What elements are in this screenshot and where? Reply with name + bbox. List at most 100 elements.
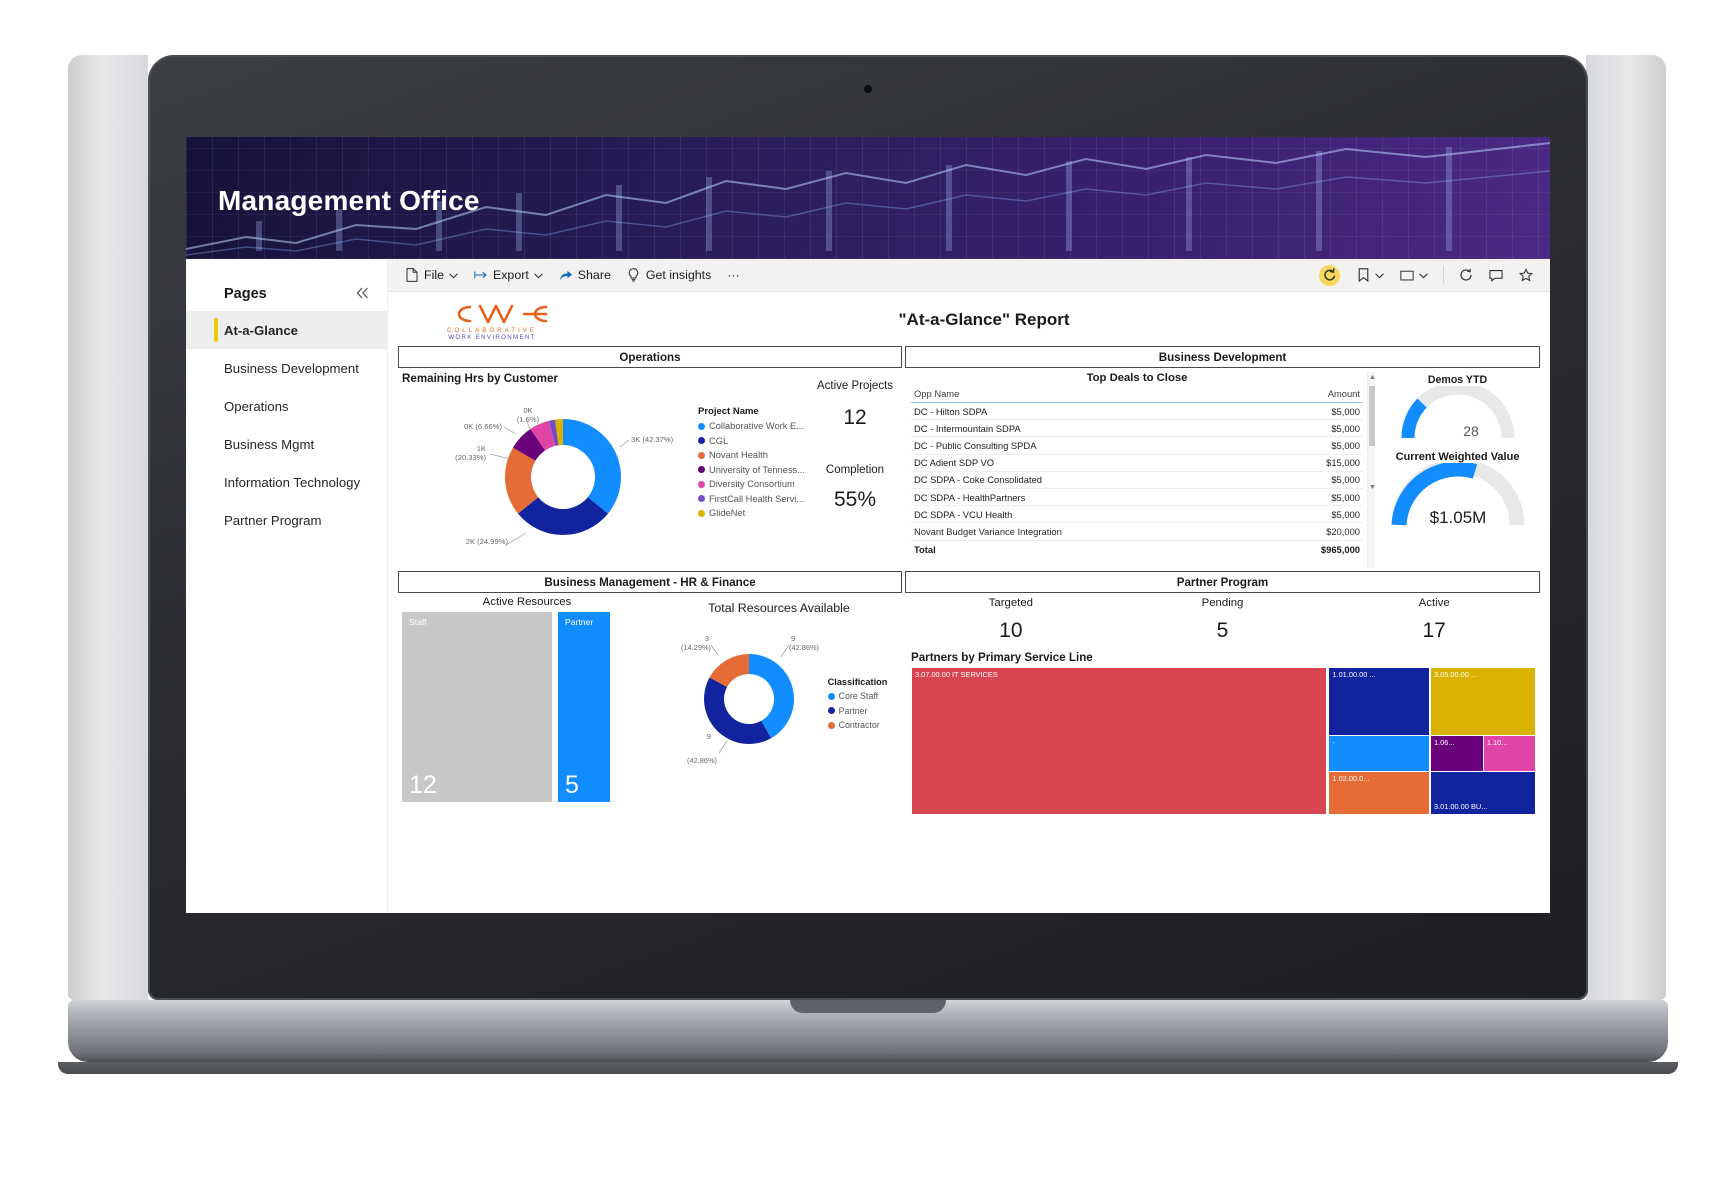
scroll-up-icon[interactable]: ▲ [1369, 374, 1376, 381]
sidebar-item-partner-program[interactable]: Partner Program [186, 501, 387, 539]
business-development-panel: Business Development Top Deals to Close … [905, 346, 1540, 568]
legend-item[interactable]: Novant Health [698, 450, 808, 460]
total-resources-donut[interactable]: 3 (14.29%) 9 (42.86%) (42.86%) 9 [671, 617, 826, 767]
table-row[interactable]: DC - Hilton SDPA $5,000 [911, 402, 1363, 421]
cwe-tagline-1: COLLABORATIVE [446, 327, 538, 334]
table-row[interactable]: Novant Budget Variance Integration $20,00… [911, 522, 1363, 541]
sidebar-item-label: Business Mgmt [224, 436, 315, 452]
legend-item[interactable]: Diversity Consortium [698, 479, 808, 489]
laptop-screen: Management Office Pages At-a-Glance Busi… [186, 137, 1550, 913]
project-name-legend: Project Name Collaborative Work E... CGL N… [698, 372, 808, 568]
classification-legend: Classification Core Staff Partner Contract… [827, 649, 888, 735]
bar-partner-label: Partner [565, 617, 594, 627]
sidebar-item-information-technology[interactable]: Information Technology [186, 463, 387, 501]
chevron-down-icon [533, 272, 543, 281]
table-row[interactable]: DC SDPA - Coke Consolidated $5,000 [911, 471, 1363, 489]
cell-opp-name: DC Adient SDP VO [911, 454, 1261, 472]
comment-button[interactable] [1482, 265, 1510, 285]
sidebar-item-label: Partner Program [224, 512, 322, 528]
cell-total-label: Total [911, 539, 1261, 558]
share-button[interactable]: Share [552, 265, 618, 285]
treemap-cell-1-06[interactable]: 1.06... [1430, 735, 1483, 771]
sidebar-item-operations[interactable]: Operations [186, 387, 387, 425]
treemap-cell-1-10[interactable]: 1.10... [1483, 735, 1535, 771]
legend-item[interactable]: FirstCall Health Servi... [698, 494, 808, 504]
refresh-button[interactable] [1452, 265, 1480, 285]
toolbar-divider [1443, 266, 1444, 284]
scroll-down-icon[interactable]: ▼ [1369, 484, 1376, 491]
table-row[interactable]: DC - Intermountain SDPA $5,000 [911, 419, 1363, 438]
view-button[interactable] [1393, 265, 1435, 285]
remaining-hrs-title: Remaining Hrs by Customer [402, 372, 558, 385]
tra-label-core: 9 [791, 634, 795, 643]
treemap-cell-blank[interactable]: - [1329, 735, 1430, 771]
favorite-button[interactable] [1512, 265, 1540, 285]
bar-staff[interactable]: Staff 12 [402, 612, 552, 802]
treemap-cell-1-02[interactable]: 1.02.00.0... [1329, 771, 1430, 814]
chevron-double-left-icon[interactable] [355, 286, 371, 303]
treemap-cell-1-01[interactable]: 1.01.00.00 ... [1329, 668, 1430, 736]
cwe-tagline-2: WORK ENVIRONMENT [448, 334, 536, 341]
kpi-active: Active 17 [1328, 597, 1540, 643]
treemap-cell-label: 1.10... [1486, 737, 1508, 747]
table-row[interactable]: DC Adient SDP VO $15,000 [911, 454, 1363, 472]
remaining-hrs-donut[interactable]: 3K (42.37%) 2K (24.99%) 1K (20.33%) 0K (… [398, 385, 698, 561]
legend-item[interactable]: CGL [698, 436, 808, 446]
treemap-cell-it-services[interactable]: 3.07.00.00 IT SERVICES [912, 668, 1327, 814]
table-row[interactable]: DC SDPA - HealthPartners $5,000 [911, 488, 1363, 507]
demos-ytd-gauge[interactable]: 28 [1383, 381, 1533, 444]
treemap-cell-3-01[interactable]: 3.01.00.00 BU... [1430, 771, 1535, 814]
partners-treemap[interactable]: 3.07.00.00 IT SERVICES 1.01.00.00 ... 3.… [911, 667, 1536, 815]
tra-label-contractor: 3 [705, 634, 709, 643]
top-deals-table[interactable]: Opp Name Amount DC - Hilton SDPA $5,000 DC… [911, 386, 1363, 558]
table-row[interactable]: DC SDPA - VCU Health $5,000 [911, 505, 1363, 524]
treemap-cell-3-05[interactable]: 3.05.00.00 ... [1430, 668, 1535, 736]
active-resources-chart[interactable]: Active Resources Staff 12 Partner 5 [398, 593, 656, 809]
weighted-value-gauge[interactable]: $1.05M [1383, 458, 1533, 533]
legend-item-label: Diversity Consortium [709, 479, 795, 489]
more-options-button[interactable]: ··· [720, 265, 746, 285]
bookmarks-button[interactable] [1349, 265, 1391, 285]
share-icon [559, 268, 573, 282]
remaining-hrs-chart[interactable]: Remaining Hrs by Customer 3K (42.37%) 2K… [398, 372, 698, 568]
svg-text:(1.6%): (1.6%) [517, 415, 540, 424]
table-scrollbar[interactable]: ▲ ▼ [1367, 372, 1376, 568]
kpi-pending-value: 5 [1216, 619, 1229, 642]
reset-button[interactable] [1312, 262, 1347, 289]
svg-text:(42.86%): (42.86%) [789, 643, 819, 652]
bar-partner[interactable]: Partner 5 [558, 612, 610, 802]
legend-item-label: Novant Health [709, 450, 768, 460]
chevron-down-icon [449, 272, 458, 281]
kpi-pending-label: Pending [1201, 597, 1244, 609]
demos-ytd-value: 28 [1463, 423, 1479, 439]
legend-item[interactable]: Core Staff [827, 691, 888, 701]
file-menu-button[interactable]: File [398, 265, 465, 285]
kpi-active-value: 17 [1422, 619, 1446, 642]
table-row[interactable]: DC - Public Consulting SPDA $5,000 [911, 436, 1363, 455]
get-insights-button[interactable]: Get insights [620, 265, 718, 285]
total-resources-chart[interactable]: Total Resources Available 3 (14.29%) 9 (… [656, 593, 902, 809]
webcam-icon [864, 85, 872, 93]
legend-color-swatch [827, 721, 835, 729]
sidebar-item-business-mgmt[interactable]: Business Mgmt [186, 425, 387, 463]
col-opp-name[interactable]: Opp Name [911, 386, 1261, 403]
legend-item-label: Collaborative Work E... [709, 421, 804, 431]
banner-title: Management Office [218, 185, 480, 216]
dashboard-row-2: Business Management - HR & Finance Activ… [398, 571, 1540, 815]
export-menu-button[interactable]: Export [467, 265, 550, 285]
legend-item[interactable]: GlideNet [698, 508, 808, 518]
legend-item[interactable]: Partner [827, 706, 888, 716]
kpi-targeted: Targeted 10 [905, 597, 1117, 643]
sidebar-item-at-a-glance[interactable]: At-a-Glance [186, 311, 387, 349]
active-resources-bars: Staff 12 Partner 5 [398, 612, 656, 802]
canvas-column: File Export Share Get insights ··· COLLA… [388, 259, 1550, 913]
chevron-down-icon [1419, 272, 1428, 281]
scroll-thumb[interactable] [1369, 386, 1375, 446]
sidebar-item-business-development[interactable]: Business Development [186, 349, 387, 387]
favorite-star-icon [1519, 268, 1533, 282]
app-banner: Management Office [186, 137, 1550, 259]
legend-item[interactable]: Contractor [827, 720, 888, 730]
col-amount[interactable]: Amount [1260, 386, 1363, 403]
legend-item[interactable]: University of Tenness... [698, 465, 808, 475]
legend-item[interactable]: Collaborative Work E... [698, 421, 808, 431]
